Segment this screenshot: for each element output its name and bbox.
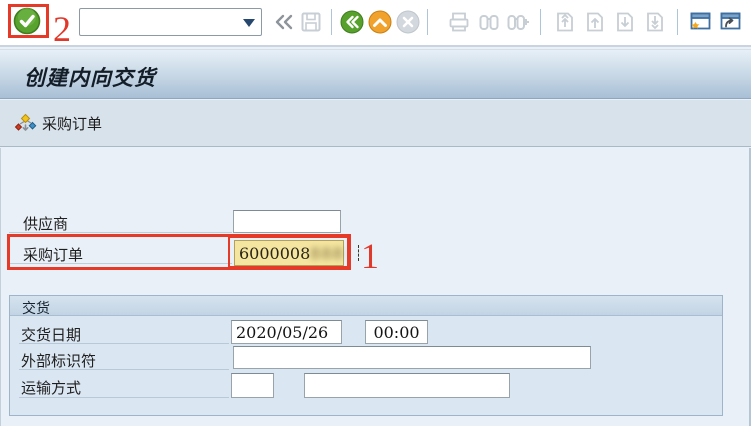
page-title: 创建内向交货 (24, 62, 156, 92)
row-divider (19, 343, 229, 344)
command-dropdown-icon[interactable] (241, 16, 257, 30)
delivery-time-input[interactable] (365, 320, 428, 344)
transport-label: 运输方式 (21, 377, 81, 398)
annotation-number-1: 1 (361, 235, 379, 277)
last-page-button[interactable] (644, 10, 666, 34)
print-button[interactable] (447, 10, 471, 34)
title-bar: 创建内向交货 (0, 49, 751, 99)
transport-desc-input[interactable] (304, 373, 510, 398)
purchase-order-value-redacted: 888 (310, 244, 344, 263)
system-toolbar: 2 (0, 0, 751, 47)
previous-page-button[interactable] (584, 10, 606, 34)
text-cursor (358, 245, 359, 261)
first-page-icon (554, 10, 576, 34)
first-page-button[interactable] (554, 10, 576, 34)
transport-code-input[interactable] (231, 373, 274, 398)
back-icon (340, 10, 364, 34)
row-divider (19, 397, 229, 398)
new-session-icon (687, 9, 713, 35)
next-page-button[interactable] (614, 10, 636, 34)
save-icon (299, 10, 323, 34)
annotation-number-2: 2 (53, 8, 71, 50)
collapse-chevrons-icon (272, 10, 296, 34)
purchase-order-button[interactable]: 采购订单 (8, 109, 108, 138)
toolbar-separator (677, 9, 678, 35)
save-button[interactable] (299, 10, 323, 34)
last-page-icon (644, 10, 666, 34)
application-toolbar: 采购订单 (0, 100, 751, 147)
cancel-button[interactable] (396, 10, 420, 34)
main-content: 供应商 采购订单 6000008888 1 交货 交货日期 外部标识符 运输方式 (0, 148, 751, 426)
row-divider (9, 232, 232, 233)
purchase-order-button-label: 采购订单 (42, 113, 102, 134)
next-page-icon (614, 10, 636, 34)
purchase-order-input[interactable]: 6000008888 (234, 240, 344, 266)
cancel-icon (396, 10, 420, 34)
row-divider (9, 263, 232, 264)
toolbar-separator (331, 9, 332, 35)
enter-check-icon (13, 7, 41, 35)
command-field[interactable] (79, 8, 262, 36)
new-session-button[interactable] (687, 9, 713, 35)
external-id-input[interactable] (233, 346, 591, 369)
delivery-date-label: 交货日期 (21, 324, 81, 345)
find-icon (477, 10, 501, 34)
vendor-input[interactable] (233, 210, 341, 233)
command-input[interactable] (82, 10, 240, 34)
external-id-label: 外部标识符 (21, 350, 96, 371)
row-divider (19, 369, 229, 370)
purchase-order-value: 6000008 (239, 244, 310, 263)
previous-page-icon (584, 10, 606, 34)
print-icon (447, 10, 471, 34)
create-shortcut-icon (717, 9, 743, 35)
collapse-toolbar-button[interactable] (272, 9, 296, 35)
toolbar-separator (540, 9, 541, 35)
back-button[interactable] (340, 10, 364, 34)
purchase-order-label: 采购订单 (23, 244, 83, 265)
exit-icon (368, 10, 392, 34)
find-next-button[interactable] (506, 10, 530, 34)
purchase-order-docflow-icon (14, 112, 38, 136)
enter-button[interactable] (13, 7, 41, 35)
vendor-label: 供应商 (23, 213, 68, 234)
delivery-date-input[interactable] (231, 320, 342, 344)
find-button[interactable] (477, 10, 501, 34)
find-next-icon (506, 10, 530, 34)
create-shortcut-button[interactable] (717, 9, 743, 35)
toolbar-separator (427, 9, 428, 35)
delivery-group-title: 交货 (10, 296, 722, 316)
exit-button[interactable] (368, 10, 392, 34)
